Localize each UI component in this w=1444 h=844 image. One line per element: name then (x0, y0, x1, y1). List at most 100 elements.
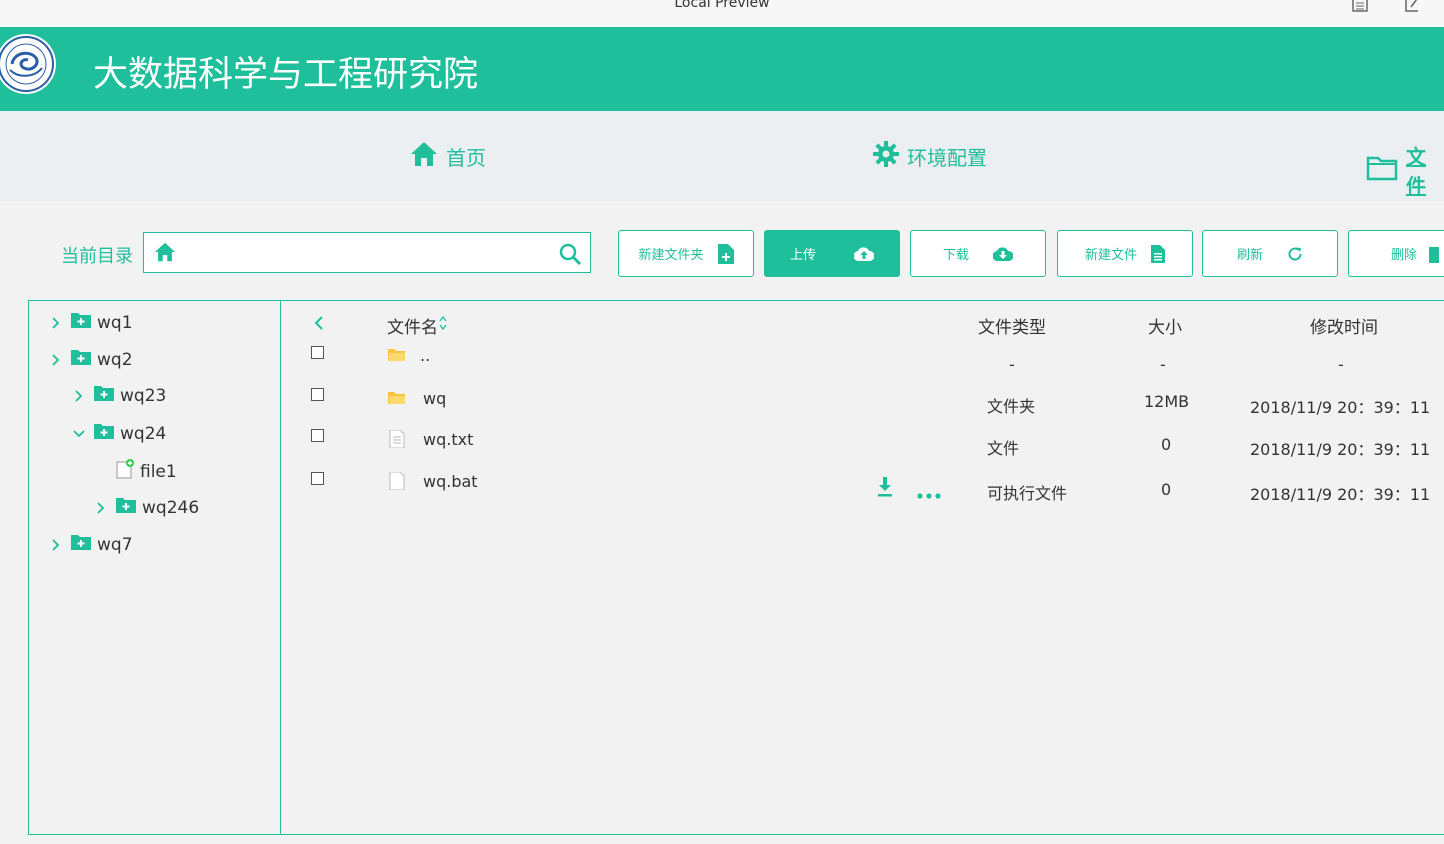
text-file-icon (389, 429, 405, 452)
path-input[interactable] (143, 232, 591, 273)
nav-item-label: 首页 (446, 146, 486, 170)
file-name[interactable]: wq (423, 389, 446, 408)
chevron-right-icon[interactable] (94, 501, 108, 514)
row-checkbox[interactable] (311, 429, 324, 442)
button-label: 刷新 (1236, 248, 1263, 263)
collapse-tree-icon[interactable] (314, 315, 324, 334)
site-title: 大数据科学与工程研究院 (93, 55, 479, 95)
file-add-icon (717, 243, 734, 264)
folder-add-icon (71, 312, 91, 333)
folder-open-icon (388, 390, 406, 409)
nav-item-label: 文件 (1406, 145, 1426, 198)
button-label: 新建文件 (1084, 248, 1137, 263)
tree-node-label: wq1 (97, 312, 133, 333)
file-text-icon (1151, 244, 1165, 263)
file-type: 文件 (987, 439, 1020, 458)
file-type: - (1009, 355, 1015, 374)
more-icon[interactable] (917, 484, 941, 503)
tree-node-label: wq24 (120, 423, 167, 444)
trash-icon (1429, 245, 1440, 263)
tree-node[interactable]: wq2 (49, 349, 133, 370)
window-titlebar: Local Preview (0, 0, 1444, 27)
nav-item-home[interactable]: 首页 (410, 141, 486, 172)
home-icon (410, 141, 438, 172)
column-header-size[interactable]: 大小 (1148, 313, 1182, 338)
file-name[interactable]: .. (420, 346, 430, 365)
file-size: 12MB (1144, 392, 1190, 411)
nav-item-files[interactable]: 文件 (1366, 141, 1444, 199)
tree-node[interactable]: wq1 (49, 312, 133, 333)
folder-icon (1366, 155, 1398, 186)
chevron-right-icon[interactable] (72, 389, 86, 402)
new-file-button[interactable]: 新建文件 (1057, 230, 1193, 277)
column-header-name[interactable]: 文件名 (387, 313, 447, 338)
tree-node[interactable]: wq24 (72, 423, 166, 444)
tree-node-label: wq2 (97, 349, 133, 370)
tree-node[interactable]: file1 (116, 459, 177, 484)
site-header: 大数据科学与工程研究院 (0, 27, 1444, 111)
file-type: 可执行文件 (987, 484, 1068, 503)
popout-icon[interactable] (1404, 0, 1420, 12)
chevron-right-icon[interactable] (49, 353, 63, 366)
new-folder-button[interactable]: 新建文件夹 (618, 230, 754, 277)
row-checkbox[interactable] (311, 472, 324, 485)
nav-item-env-config[interactable]: 环境配置 (873, 141, 987, 172)
column-header-type[interactable]: 文件类型 (978, 313, 1046, 338)
file-add-icon (116, 459, 134, 484)
folder-open-icon (388, 347, 406, 366)
folder-add-icon (116, 497, 136, 518)
folder-add-icon (71, 349, 91, 370)
folder-add-icon (71, 534, 91, 555)
download-icon[interactable] (877, 477, 893, 501)
file-modified: - (1338, 355, 1344, 374)
tree-node[interactable]: wq23 (72, 385, 166, 406)
tree-node-label: file1 (140, 461, 177, 482)
file-icon (389, 471, 405, 494)
file-modified: 2018/11/9 20：39：11 (1250, 440, 1431, 459)
tree-node[interactable]: wq7 (49, 534, 133, 555)
file-name[interactable]: wq.txt (423, 430, 473, 449)
row-checkbox[interactable] (311, 346, 324, 359)
directory-tree: wq1 wq2 wq23 wq24 file1 wq246 wq7 (28, 300, 281, 835)
chevron-down-icon[interactable] (72, 429, 86, 438)
nav-item-label: 环境配置 (907, 146, 987, 170)
reader-icon[interactable] (1352, 0, 1368, 12)
refresh-icon (1287, 246, 1303, 262)
tree-node[interactable]: wq246 (94, 497, 199, 518)
folder-add-icon (94, 385, 114, 406)
gear-icon (873, 141, 899, 172)
home-icon[interactable] (154, 242, 176, 266)
button-label: 下载 (942, 248, 969, 263)
chevron-right-icon[interactable] (49, 538, 63, 551)
delete-button[interactable]: 删除 (1348, 230, 1444, 277)
download-button[interactable]: 下载 (910, 230, 1046, 277)
tree-node-label: wq246 (142, 497, 200, 518)
tree-node-label: wq23 (120, 385, 167, 406)
folder-add-icon (94, 423, 114, 444)
current-dir-label: 当前目录 (61, 246, 133, 267)
button-label: 上传 (789, 248, 816, 263)
row-checkbox[interactable] (311, 388, 324, 401)
search-icon[interactable] (558, 242, 582, 270)
cloud-download-icon (993, 246, 1013, 261)
institute-logo (0, 34, 56, 94)
column-header-label: 文件名 (387, 318, 438, 338)
chevron-right-icon[interactable] (49, 316, 63, 329)
file-name[interactable]: wq.bat (423, 472, 478, 491)
button-label: 新建文件夹 (638, 248, 704, 263)
file-modified: 2018/11/9 20：39：11 (1250, 398, 1431, 417)
file-modified: 2018/11/9 20：39：11 (1250, 485, 1431, 504)
file-size: 0 (1161, 480, 1172, 499)
button-label: 删除 (1391, 248, 1418, 263)
upload-button[interactable]: 上传 (764, 230, 900, 277)
sort-icon[interactable] (439, 315, 447, 336)
file-size: 0 (1161, 435, 1172, 454)
cloud-upload-icon (854, 246, 874, 261)
file-list-panel: 文件名 文件类型 大小 修改时间 .. - - - wq 文件夹 12MB 20… (280, 300, 1444, 835)
file-size: - (1160, 355, 1166, 374)
file-type: 文件夹 (987, 397, 1036, 416)
refresh-button[interactable]: 刷新 (1202, 230, 1338, 277)
column-header-modified[interactable]: 修改时间 (1310, 313, 1378, 338)
tree-node-label: wq7 (97, 534, 133, 555)
window-title: Local Preview (674, 0, 770, 11)
